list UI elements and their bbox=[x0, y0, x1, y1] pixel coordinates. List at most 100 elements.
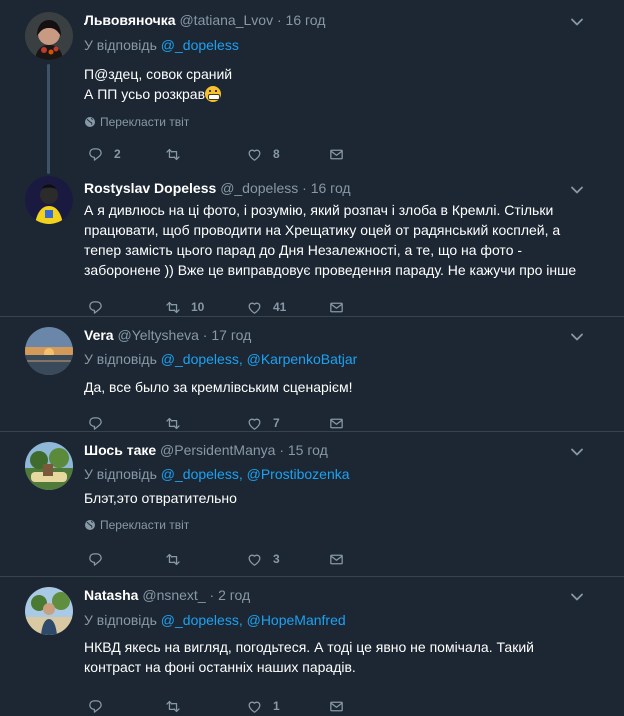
mention-separator: , bbox=[238, 351, 247, 367]
tweet-text-line: А ПП усьо розкрав bbox=[84, 86, 206, 102]
reply-count: 2 bbox=[114, 147, 121, 161]
tweet-header: Natasha @nsnext_ · 2 год bbox=[84, 585, 602, 605]
tweet-text-line: працювати, щоб проводити на Хрещатику оц… bbox=[84, 222, 561, 238]
separator-dot: · bbox=[279, 442, 284, 458]
heart-icon bbox=[246, 551, 263, 568]
tweet-text-line: Блэт,это отвратительно bbox=[84, 490, 237, 506]
chevron-down-icon[interactable] bbox=[570, 590, 584, 604]
mention-link[interactable]: @KarpenkoBatjar bbox=[247, 351, 358, 367]
user-handle[interactable]: @PersidentManya bbox=[160, 442, 275, 458]
user-handle[interactable]: @nsnext_ bbox=[142, 587, 205, 603]
user-name[interactable]: Rostyslav Dopeless bbox=[84, 180, 216, 196]
tweet[interactable]: Шось таке @PersidentManya · 15 год У від… bbox=[0, 432, 624, 576]
replies-feed: Львовяночка @tatiana_Lvov · 16 год У від… bbox=[0, 0, 624, 710]
heart-icon bbox=[246, 415, 263, 432]
tweet-text-line: П@здец, совок сраний bbox=[84, 66, 233, 82]
translate-tweet[interactable]: Перекласти твіт bbox=[84, 516, 602, 534]
reply-prefix: У відповідь bbox=[84, 612, 157, 628]
timestamp[interactable]: 15 год bbox=[288, 442, 328, 458]
separator-dot: · bbox=[276, 12, 282, 28]
action-bar: 10 41 bbox=[84, 297, 602, 317]
user-handle[interactable]: @Yeltysheva bbox=[117, 327, 198, 343]
user-handle[interactable]: @_dopeless bbox=[220, 180, 298, 196]
chevron-down-icon[interactable] bbox=[570, 330, 584, 344]
mention-separator: , bbox=[238, 466, 247, 482]
tweet[interactable]: Natasha @nsnext_ · 2 год У відповідь @_d… bbox=[0, 577, 624, 710]
tweet-text-line: А я дивлюсь на ці фото, і розумію, який … bbox=[84, 202, 554, 218]
avatar[interactable] bbox=[25, 12, 73, 60]
retweet-icon bbox=[164, 415, 182, 432]
reply-icon bbox=[87, 299, 104, 316]
tweet-text-line: тепер замість цього парад до Дня Незалеж… bbox=[84, 242, 523, 258]
mention-link[interactable]: @_dopeless bbox=[161, 351, 239, 367]
chevron-down-icon[interactable] bbox=[570, 183, 584, 197]
reply-context: У відповідь @_dopeless bbox=[84, 35, 602, 55]
tweet[interactable]: Львовяночка @tatiana_Lvov · 16 год У від… bbox=[0, 0, 624, 172]
envelope-icon bbox=[328, 551, 345, 568]
heart-icon bbox=[246, 146, 263, 163]
translate-label[interactable]: Перекласти твіт bbox=[100, 518, 189, 532]
separator-dot: · bbox=[202, 327, 208, 343]
heart-icon bbox=[246, 698, 263, 715]
like-count: 3 bbox=[273, 552, 280, 566]
user-name[interactable]: Львовяночка bbox=[84, 12, 176, 28]
heart-icon bbox=[246, 299, 263, 316]
timestamp[interactable]: 2 год bbox=[218, 587, 250, 603]
globe-icon bbox=[84, 116, 96, 128]
mention-separator: , bbox=[238, 612, 247, 628]
user-handle[interactable]: @tatiana_Lvov bbox=[179, 12, 273, 28]
chevron-down-icon[interactable] bbox=[570, 445, 584, 459]
grimacing-emoji-icon bbox=[205, 86, 222, 102]
retweet-count: 10 bbox=[191, 300, 205, 314]
tweet-text: П@здец, совок сраний А ПП усьо розкрав bbox=[84, 64, 602, 104]
timestamp[interactable]: 16 год bbox=[311, 180, 351, 196]
avatar[interactable] bbox=[25, 442, 73, 490]
action-bar: 2 8 bbox=[84, 144, 602, 164]
reply-icon bbox=[87, 551, 104, 568]
like-count: 7 bbox=[273, 416, 280, 430]
retweet-icon bbox=[164, 551, 182, 568]
timestamp[interactable]: 17 год bbox=[211, 327, 251, 343]
tweet[interactable]: Rostyslav Dopeless @_dopeless · 16 год А… bbox=[0, 172, 624, 316]
chevron-down-icon[interactable] bbox=[570, 15, 584, 29]
avatar[interactable] bbox=[25, 176, 73, 224]
reply-context: У відповідь @_dopeless, @KarpenkoBatjar bbox=[84, 349, 602, 369]
mention-link[interactable]: @HopeManfred bbox=[247, 612, 346, 628]
timestamp[interactable]: 16 год bbox=[286, 12, 326, 28]
separator-dot: · bbox=[302, 180, 307, 196]
tweet-header: Львовяночка @tatiana_Lvov · 16 год bbox=[84, 10, 602, 30]
tweet-header: Rostyslav Dopeless @_dopeless · 16 год bbox=[84, 178, 602, 198]
mention-link[interactable]: @_dopeless bbox=[161, 466, 239, 482]
mention-link[interactable]: @_dopeless bbox=[161, 612, 239, 628]
user-name[interactable]: Natasha bbox=[84, 587, 138, 603]
mention-link[interactable]: @_dopeless bbox=[161, 37, 239, 53]
reply-icon bbox=[87, 698, 104, 715]
tweet-text-line: Да, все было за кремлівським сценарієм! bbox=[84, 379, 353, 395]
action-bar: 1 bbox=[84, 696, 602, 716]
tweet-text: А я дивлюсь на ці фото, і розумію, який … bbox=[84, 200, 602, 280]
tweet-header: Шось таке @PersidentManya · 15 год bbox=[84, 440, 602, 460]
avatar[interactable] bbox=[25, 327, 73, 375]
translate-tweet[interactable]: Перекласти твіт bbox=[84, 113, 602, 131]
translate-label[interactable]: Перекласти твіт bbox=[100, 115, 189, 129]
separator-dot: · bbox=[209, 587, 215, 603]
tweet-text: Блэт,это отвратительно bbox=[84, 488, 602, 508]
like-count: 41 bbox=[273, 300, 287, 314]
tweet[interactable]: Vera @Yeltysheva · 17 год У відповідь @_… bbox=[0, 317, 624, 431]
reply-context: У відповідь @_dopeless, @HopeManfred bbox=[84, 610, 602, 630]
avatar[interactable] bbox=[25, 587, 73, 635]
user-name[interactable]: Шось таке bbox=[84, 442, 156, 458]
tweet-header: Vera @Yeltysheva · 17 год bbox=[84, 325, 602, 345]
reply-icon bbox=[87, 146, 104, 163]
like-count: 8 bbox=[273, 147, 280, 161]
like-count: 1 bbox=[273, 699, 280, 713]
action-bar: 3 bbox=[84, 549, 602, 569]
tweet-text: НКВД якесь на вигляд, погодьтеся. А тоді… bbox=[84, 637, 602, 677]
tweet-text-line-with-emoji: А ПП усьо розкрав bbox=[84, 84, 602, 104]
envelope-icon bbox=[328, 415, 345, 432]
mention-link[interactable]: @Prostibozenka bbox=[247, 466, 350, 482]
tweet-text-line: заборонене )) Вже це виправдовує проведе… bbox=[84, 262, 577, 278]
tweet-text-line: контраст на фоні останніх наших парадів. bbox=[84, 659, 356, 675]
tweet-text-line: НКВД якесь на вигляд, погодьтеся. А тоді… bbox=[84, 639, 534, 655]
user-name[interactable]: Vera bbox=[84, 327, 114, 343]
